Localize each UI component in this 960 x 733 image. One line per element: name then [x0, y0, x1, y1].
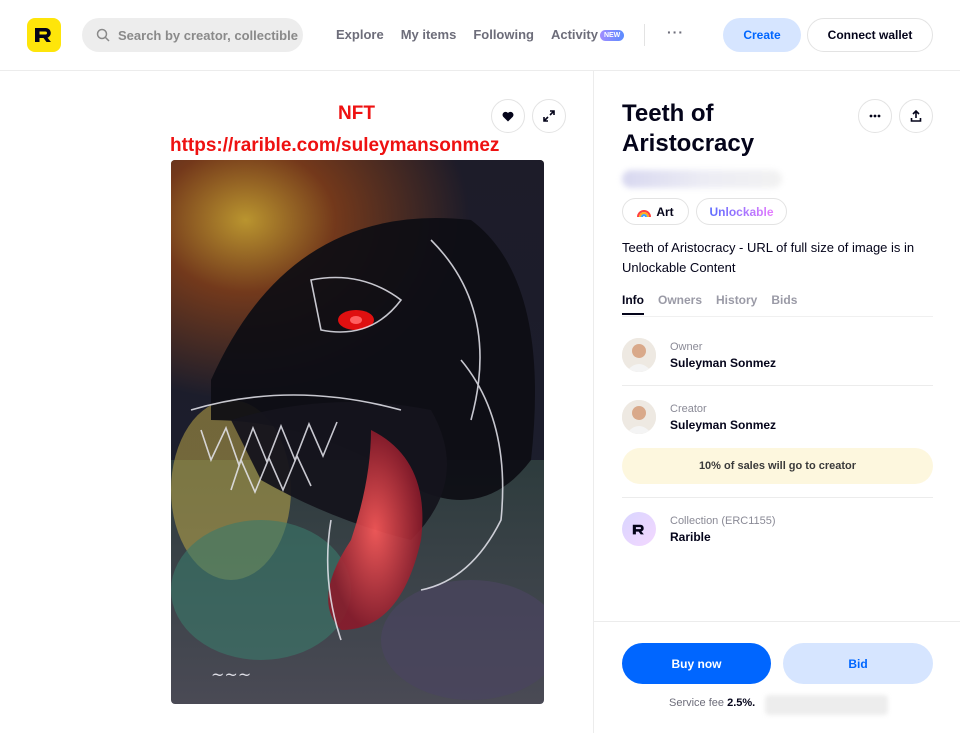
- owner-name[interactable]: Suleyman Sonmez: [670, 356, 776, 370]
- item-title: Teeth of Aristocracy: [622, 100, 755, 157]
- tab-history[interactable]: History: [716, 293, 757, 315]
- connect-wallet-button[interactable]: Connect wallet: [807, 18, 933, 52]
- collection-row[interactable]: Collection (ERC1155) Rarible: [622, 512, 776, 546]
- rarible-r-icon: [35, 28, 51, 42]
- main-nav: Explore My items Following Activity NEW: [336, 27, 658, 42]
- rainbow-icon: [637, 209, 652, 217]
- price-blurred: [622, 170, 782, 188]
- tag-art-label: Art: [656, 204, 674, 219]
- nav-divider: [644, 24, 645, 46]
- tab-owners[interactable]: Owners: [658, 293, 702, 315]
- heart-icon: [502, 111, 514, 121]
- owner-avatar[interactable]: [622, 338, 656, 372]
- artist-signature: ~~~: [211, 665, 251, 684]
- nav-my-items[interactable]: My items: [401, 27, 457, 42]
- create-button[interactable]: Create: [723, 18, 801, 52]
- creator-role: Creator: [670, 402, 707, 415]
- tag-unlockable-label: Unlockable: [709, 204, 774, 219]
- item-tabs: Info Owners History Bids: [622, 293, 811, 315]
- rarible-logo[interactable]: [27, 18, 61, 52]
- service-fee: Service fee 2.5%.: [669, 697, 755, 709]
- fee-value: 2.5%.: [727, 697, 756, 709]
- share-button[interactable]: [899, 99, 933, 133]
- top-nav: Explore My items Following ActivityNEW ·…: [0, 0, 960, 71]
- nav-activity[interactable]: Activity NEW: [551, 27, 641, 42]
- bid-button[interactable]: Bid: [783, 643, 933, 684]
- expand-icon: [543, 110, 555, 122]
- tab-info[interactable]: Info: [622, 293, 644, 315]
- fee-amount-blurred: [765, 695, 888, 715]
- creator-row[interactable]: Creator Suleyman Sonmez: [622, 400, 776, 434]
- owner-row[interactable]: Owner Suleyman Sonmez: [622, 338, 776, 372]
- buy-now-button[interactable]: Buy now: [622, 643, 771, 684]
- tab-bids[interactable]: Bids: [771, 293, 797, 315]
- artwork-illustration: ~~~: [171, 160, 544, 704]
- divider: [622, 497, 933, 498]
- fee-label: Service fee: [669, 697, 725, 709]
- collection-logo[interactable]: [622, 512, 656, 546]
- like-button[interactable]: [491, 99, 525, 133]
- ellipsis-icon: [869, 114, 881, 118]
- creator-name[interactable]: Suleyman Sonmez: [670, 418, 776, 432]
- search-bar[interactable]: [82, 18, 303, 52]
- new-badge: NEW: [599, 30, 625, 42]
- rarible-r-icon: [632, 524, 644, 534]
- search-icon: [96, 28, 110, 42]
- search-input[interactable]: [118, 27, 298, 43]
- item-description: Teeth of Aristocracy - URL of full size …: [622, 240, 915, 275]
- owner-role: Owner: [670, 340, 703, 353]
- divider: [622, 385, 933, 386]
- item-more-button[interactable]: [858, 99, 892, 133]
- share-icon: [910, 110, 922, 122]
- person-photo: [622, 400, 656, 434]
- nav-explore[interactable]: Explore: [336, 27, 384, 42]
- nav-activity-label: Activity: [550, 27, 598, 42]
- collection-name[interactable]: Rarible: [670, 530, 776, 544]
- royalty-notice: 10% of sales will go to creator: [622, 448, 933, 484]
- tag-art[interactable]: Art: [622, 198, 689, 225]
- nft-artwork-image[interactable]: ~~~: [171, 160, 544, 704]
- creator-avatar[interactable]: [622, 400, 656, 434]
- tag-unlockable[interactable]: Unlockable: [696, 198, 787, 225]
- more-menu-button[interactable]: ···: [667, 24, 684, 40]
- fullscreen-button[interactable]: [532, 99, 566, 133]
- artwork-url-caption: https://rarible.com/suleymansonmez: [170, 135, 500, 156]
- artwork-caption: NFT: [338, 103, 375, 124]
- tabs-underline: [622, 316, 933, 317]
- nav-following[interactable]: Following: [473, 27, 534, 42]
- person-photo: [622, 338, 656, 372]
- collection-role: Collection (ERC1155): [670, 514, 776, 527]
